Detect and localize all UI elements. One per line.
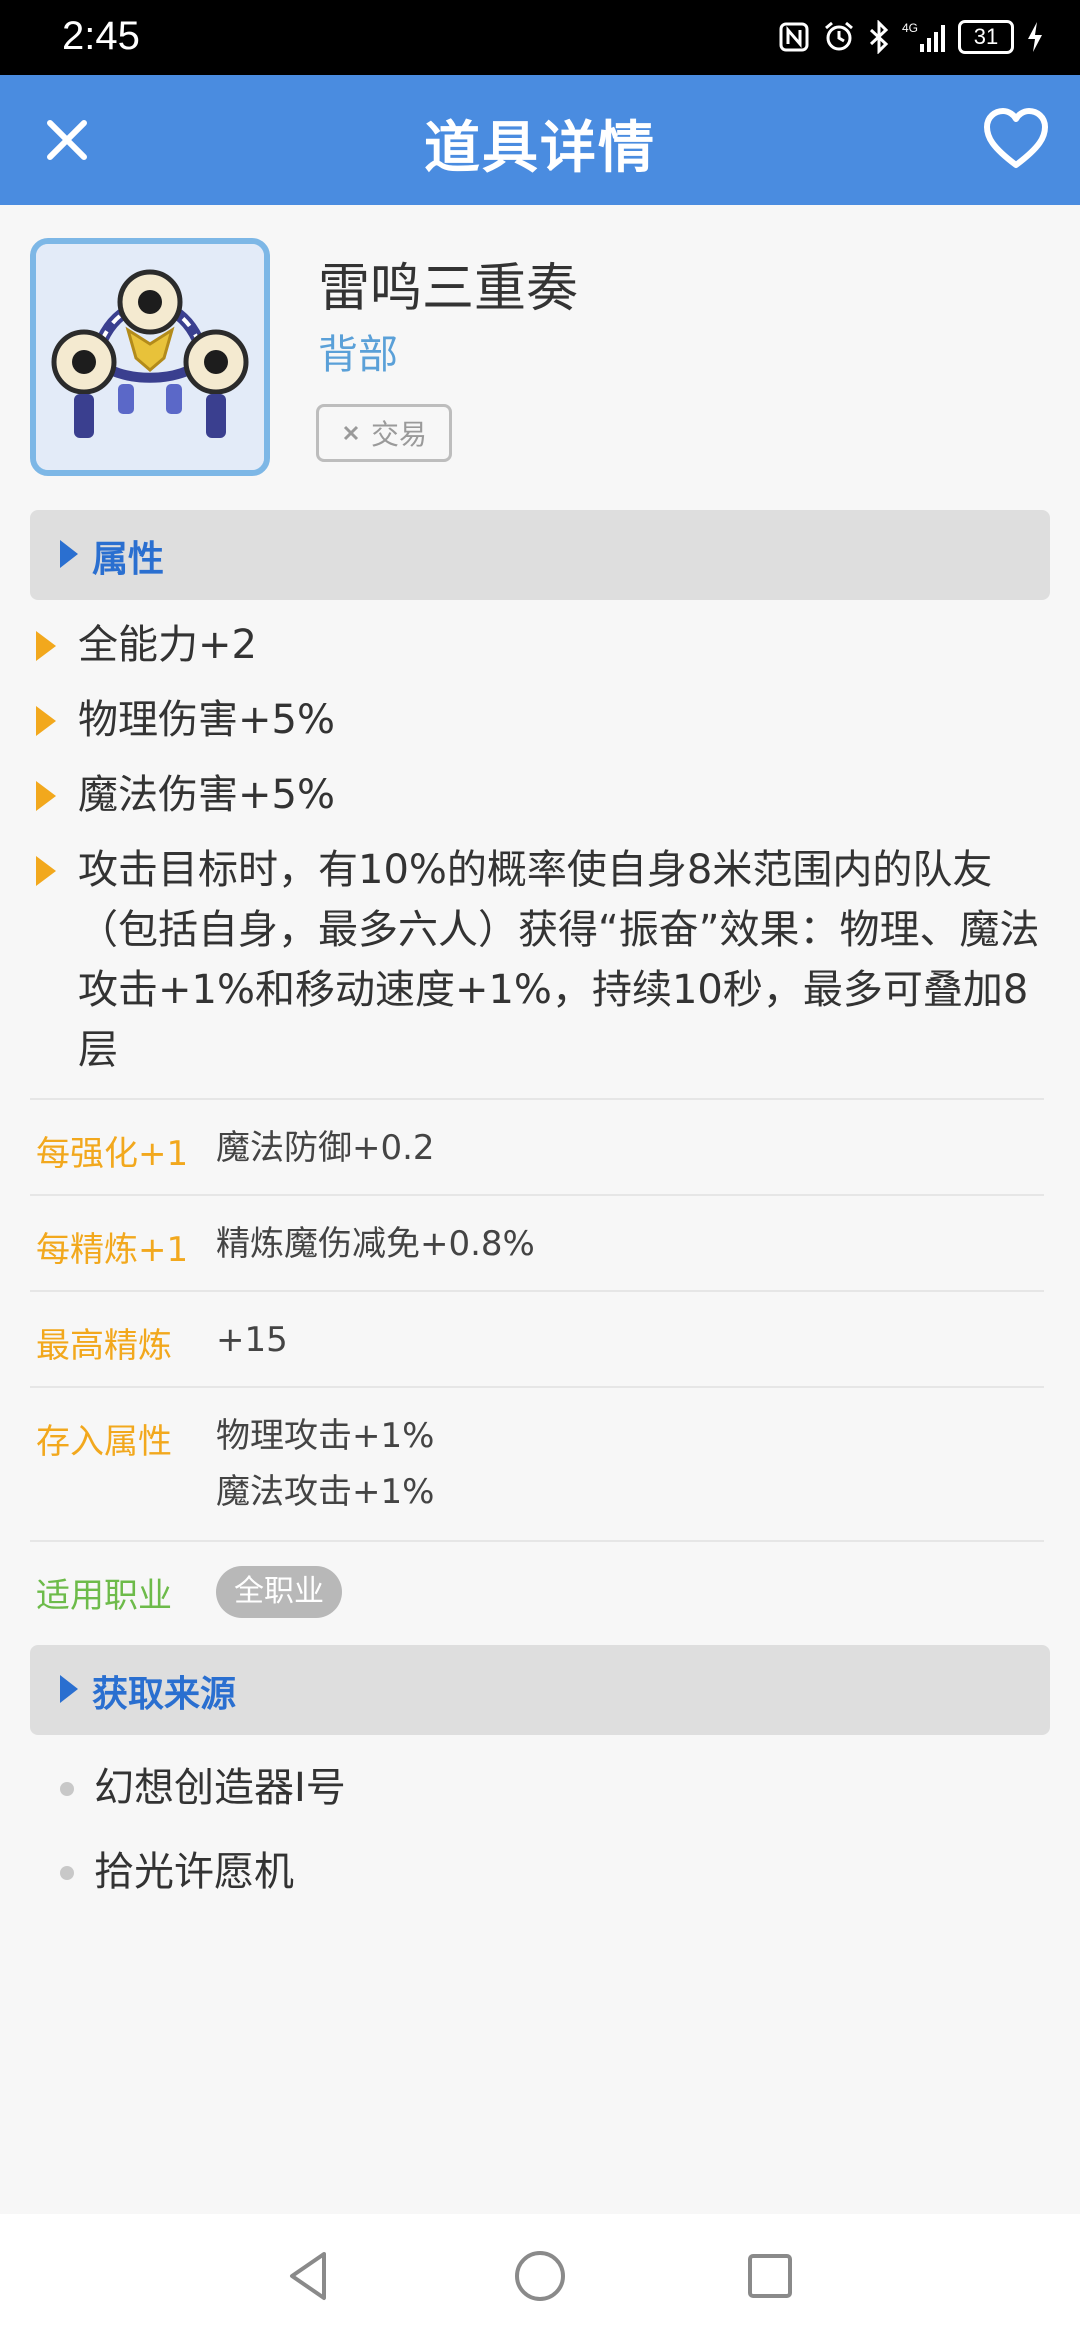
bullet-dot-icon: [60, 1782, 74, 1796]
attribute-item: 物理伤害+5%: [30, 690, 1050, 750]
enhance-row: 每强化+1 魔法防御+0.2: [30, 1098, 1044, 1194]
nav-back-button[interactable]: [278, 2244, 342, 2308]
trade-label: 交易: [370, 418, 427, 451]
refine-value: 精炼魔伤减免+0.8%: [216, 1224, 535, 1264]
enhance-value: 魔法防御+0.2: [216, 1128, 435, 1168]
max-refine-value: +15: [216, 1320, 288, 1360]
item-category[interactable]: 背部: [318, 322, 398, 380]
home-icon: [515, 2251, 565, 2301]
attributes-section-label: 属性: [92, 539, 165, 580]
item-image: [30, 238, 270, 476]
4g-signal-icon: 4G: [902, 18, 946, 56]
bullet-triangle-icon: [36, 781, 56, 811]
job-value-container: 全职业: [216, 1562, 342, 1618]
bullet-dot-icon: [60, 1866, 74, 1880]
page-title: 道具详情: [424, 116, 656, 181]
deposit-key: 存入属性: [36, 1422, 172, 1462]
bluetooth-icon: [868, 18, 890, 56]
source-text: 幻想创造器I号: [94, 1765, 346, 1811]
bullet-triangle-icon: [36, 706, 56, 736]
source-list: 幻想创造器I号 拾光许愿机: [30, 1760, 1050, 1928]
sources-section-header[interactable]: 获取来源: [30, 1645, 1050, 1735]
attribute-item: 攻击目标时，有10%的概率使自身8米范围内的队友（包括自身，最多六人）获得“振奋…: [30, 840, 1050, 1080]
sources-section-label: 获取来源: [92, 1674, 237, 1715]
x-icon: [343, 425, 359, 441]
attribute-text: 攻击目标时，有10%的概率使自身8米范围内的队友（包括自身，最多六人）获得“振奋…: [78, 847, 1040, 1073]
refine-key: 每精炼+1: [36, 1230, 189, 1270]
back-icon: [290, 2252, 326, 2300]
deposit-row: 存入属性 物理攻击+1% 魔法攻击+1%: [30, 1386, 1044, 1540]
max-refine-key: 最高精炼: [36, 1326, 172, 1366]
attribute-list: 全能力+2 物理伤害+5% 魔法伤害+5% 攻击目标时，有10%的概率使自身8米…: [30, 615, 1050, 1095]
item-name: 雷鸣三重奏: [318, 259, 579, 319]
expand-triangle-icon: [60, 540, 78, 568]
job-badge[interactable]: 全职业: [216, 1566, 342, 1618]
expand-triangle-icon: [60, 1675, 78, 1703]
battery-icon: 31: [958, 20, 1014, 54]
attribute-text: 物理伤害+5%: [78, 697, 335, 743]
source-text: 拾光许愿机: [94, 1849, 294, 1895]
job-key: 适用职业: [36, 1576, 172, 1616]
nfc-icon: [778, 18, 810, 56]
svg-text:4G: 4G: [902, 21, 918, 35]
recents-icon: [748, 2254, 792, 2298]
trade-badge: 交易: [316, 404, 452, 462]
attribute-text: 全能力+2: [78, 622, 257, 668]
nav-recents-button[interactable]: [738, 2244, 802, 2308]
attribute-text: 魔法伤害+5%: [78, 772, 335, 818]
app-bar: 道具详情: [0, 75, 1080, 205]
attribute-item: 魔法伤害+5%: [30, 765, 1050, 825]
source-item[interactable]: 幻想创造器I号: [30, 1760, 1050, 1816]
enhance-key: 每强化+1: [36, 1134, 189, 1174]
deposit-value-2: 魔法攻击+1%: [216, 1472, 435, 1512]
attribute-item: 全能力+2: [30, 615, 1050, 675]
status-time: 2:45: [62, 14, 140, 58]
job-row: 适用职业 全职业: [30, 1540, 1044, 1636]
refine-row: 每精炼+1 精炼魔伤减免+0.8%: [30, 1194, 1044, 1290]
deposit-value-1: 物理攻击+1%: [216, 1416, 435, 1456]
bullet-triangle-icon: [36, 631, 56, 661]
favorite-button[interactable]: [982, 107, 1050, 171]
bullet-triangle-icon: [36, 856, 56, 886]
source-item[interactable]: 拾光许愿机: [30, 1844, 1050, 1900]
status-icons: 4G 31: [778, 18, 1044, 56]
max-refine-row: 最高精炼 +15: [30, 1290, 1044, 1386]
charging-icon: [1026, 18, 1044, 56]
attributes-section-header[interactable]: 属性: [30, 510, 1050, 600]
heart-icon: [984, 108, 1048, 168]
nav-home-button[interactable]: [508, 2244, 572, 2308]
alarm-icon: [822, 18, 856, 56]
status-bar: 2:45 4G 31: [0, 0, 1080, 75]
system-nav-bar: [0, 2214, 1080, 2340]
